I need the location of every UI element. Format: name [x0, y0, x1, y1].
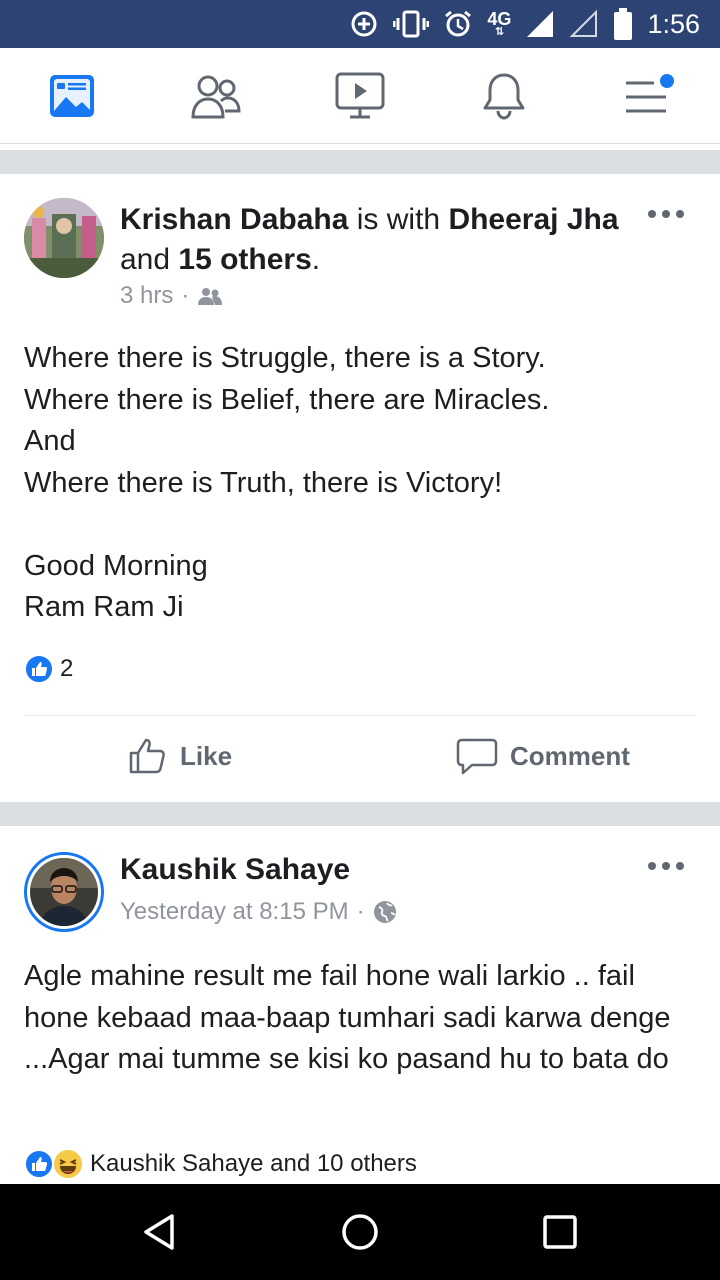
post-text: Where there is Struggle, there is a Stor… — [24, 342, 550, 623]
back-button[interactable] — [136, 1208, 184, 1256]
reaction-names: Kaushik Sahaye and 10 others — [90, 1150, 417, 1177]
reaction-summary[interactable]: Kaushik Sahaye and 10 others — [24, 1148, 417, 1180]
like-label: Like — [180, 740, 233, 771]
tagged-friend[interactable]: Dheeraj Jha — [448, 203, 618, 236]
tab-friends[interactable] — [186, 68, 246, 124]
haha-reaction-icon — [52, 1148, 84, 1180]
vibrate-icon — [393, 10, 430, 38]
post-time[interactable]: Yesterday at 8:15 PM — [120, 898, 349, 926]
dot — [648, 210, 656, 218]
dot — [676, 862, 684, 870]
data-saver-icon — [351, 11, 377, 37]
friends-icon — [198, 288, 223, 305]
like-icon — [129, 738, 165, 774]
meta-separator: · — [181, 282, 190, 309]
dot — [662, 862, 670, 870]
author-name[interactable]: Kaushik Sahaye — [120, 853, 350, 886]
tab-watch[interactable] — [330, 68, 390, 124]
profile-photo — [30, 858, 98, 926]
back-icon — [144, 1214, 174, 1250]
friends-icon — [191, 75, 241, 119]
post-options-button[interactable] — [648, 862, 684, 872]
alarm-icon — [445, 10, 472, 37]
post-time[interactable]: 3 hrs — [120, 282, 173, 310]
tab-menu[interactable] — [618, 68, 678, 124]
globe-icon — [373, 901, 396, 923]
tagged-others[interactable]: 15 others — [178, 243, 311, 276]
battery-icon — [614, 8, 633, 40]
dot — [662, 210, 670, 218]
post-header: Kaushik Sahaye — [120, 850, 350, 890]
reaction-summary[interactable]: 2 — [24, 654, 73, 684]
post-header: Krishan Dabaha is with Dheeraj Jha and 1… — [120, 203, 619, 276]
dot — [676, 210, 684, 218]
dot — [648, 862, 656, 870]
comment-label: Comment — [510, 740, 630, 771]
post-meta: 3 hrs · — [120, 282, 223, 310]
clock: 1:56 — [647, 8, 700, 39]
top-navigation — [0, 48, 720, 144]
like-button[interactable]: Like — [128, 736, 232, 776]
recents-icon — [543, 1215, 577, 1249]
post-text: Agle mahine result me fail hone wali lar… — [24, 960, 671, 1075]
menu-icon — [626, 74, 674, 113]
news-feed-icon — [50, 75, 94, 117]
status-bar: 4G ⇅ 1:56 — [0, 0, 720, 48]
home-icon — [342, 1214, 378, 1250]
comment-button[interactable]: Comment — [456, 736, 630, 776]
post-options-button[interactable] — [648, 210, 684, 220]
bell-icon — [483, 73, 525, 120]
feed-post: Kaushik Sahaye Yesterday at 8:15 PM · Ag… — [0, 826, 720, 1184]
system-navigation-bar — [0, 1184, 720, 1280]
author-name[interactable]: Krishan Dabaha — [120, 203, 348, 236]
recents-button[interactable] — [536, 1208, 584, 1256]
feed-separator — [0, 150, 720, 174]
like-reaction-icon — [24, 654, 54, 684]
like-reaction-icon — [24, 1149, 54, 1179]
comment-icon — [456, 738, 498, 775]
divider — [24, 715, 696, 716]
feed-post: Krishan Dabaha is with Dheeraj Jha and 1… — [0, 174, 720, 802]
network-type: 4G ⇅ — [487, 9, 512, 38]
tab-notifications[interactable] — [474, 68, 534, 124]
feed-separator — [0, 802, 720, 826]
tab-news-feed[interactable] — [42, 68, 102, 124]
avatar[interactable] — [24, 852, 104, 932]
post-meta: Yesterday at 8:15 PM · — [120, 898, 397, 926]
home-button[interactable] — [336, 1208, 384, 1256]
meta-separator: · — [356, 898, 365, 925]
reaction-count: 2 — [60, 655, 74, 682]
profile-photo — [24, 198, 104, 278]
avatar[interactable] — [24, 198, 104, 278]
watch-icon — [335, 72, 385, 119]
signal-icon — [527, 11, 554, 37]
signal-empty-icon — [570, 9, 598, 37]
